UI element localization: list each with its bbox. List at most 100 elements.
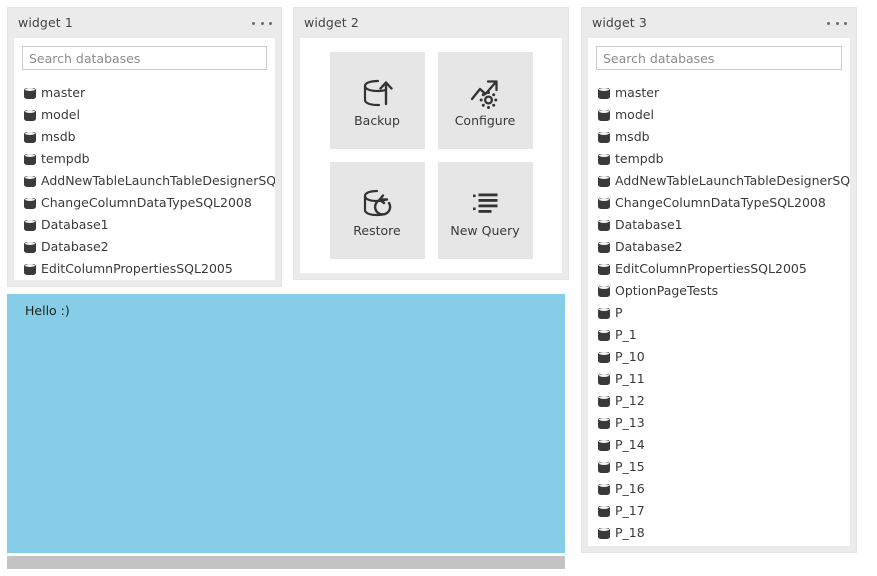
action-tile-backup[interactable]: Backup	[330, 52, 425, 149]
ellipsis-dot	[827, 22, 830, 25]
database-icon	[598, 527, 610, 540]
database-icon	[24, 263, 36, 276]
database-list-item[interactable]: tempdb	[14, 148, 275, 170]
database-icon	[598, 505, 610, 518]
database-icon	[598, 131, 610, 144]
database-name: P_10	[615, 351, 645, 364]
database-name: P_18	[615, 527, 645, 540]
database-list-item[interactable]: P_1	[588, 324, 850, 346]
database-icon	[24, 241, 36, 254]
database-list[interactable]: master model msdb tempdb AddNewTableLaunchTa…	[14, 78, 275, 280]
ellipsis-dot	[252, 22, 255, 25]
database-list-item[interactable]: Database2	[14, 236, 275, 258]
database-name: EditColumnPropertiesSQL2005	[615, 263, 807, 276]
database-name: Database1	[41, 219, 109, 232]
database-list-item[interactable]: P_16	[588, 478, 850, 500]
note-text: Hello :)	[7, 294, 565, 318]
database-list-item[interactable]: model	[588, 104, 850, 126]
database-list-item[interactable]: Database1	[14, 214, 275, 236]
database-icon	[598, 197, 610, 210]
database-list-item[interactable]: ChangeColumnDataTypeSQL2008	[14, 192, 275, 214]
widget-2-title: widget 2	[304, 17, 359, 30]
database-list-item[interactable]: P_12	[588, 390, 850, 412]
database-icon	[598, 263, 610, 276]
database-icon	[598, 395, 610, 408]
action-tile-new-query[interactable]: New Query	[438, 162, 533, 259]
database-list-item[interactable]: P_17	[588, 500, 850, 522]
database-name: msdb	[41, 131, 76, 144]
database-name: P_1	[615, 329, 637, 342]
database-icon	[598, 219, 610, 232]
database-name: Database2	[615, 241, 683, 254]
database-name: P_15	[615, 461, 645, 474]
database-icon	[24, 219, 36, 232]
database-list-item[interactable]: EditColumnPropertiesSQL2005	[588, 258, 850, 280]
new-query-icon	[466, 183, 504, 223]
database-name: master	[41, 87, 85, 100]
database-list-item[interactable]: P_14	[588, 434, 850, 456]
database-list-item[interactable]: AddNewTableLaunchTableDesignerSQL2008	[588, 170, 850, 192]
database-list-item[interactable]: P_18	[588, 522, 850, 544]
database-list-item[interactable]: P_10	[588, 346, 850, 368]
database-list-item[interactable]: master	[14, 82, 275, 104]
database-name: P_12	[615, 395, 645, 408]
database-icon	[24, 175, 36, 188]
database-list-item[interactable]: OptionPageTests	[588, 280, 850, 302]
widget-2: widget 2 Backup Configure Restore New Query	[293, 7, 569, 280]
database-list-item[interactable]: msdb	[14, 126, 275, 148]
database-name: P_17	[615, 505, 645, 518]
widget-1-search-wrap	[14, 38, 275, 70]
database-icon	[24, 109, 36, 122]
database-icon	[24, 131, 36, 144]
widget-1-body: master model msdb tempdb AddNewTableLaunchTa…	[14, 38, 275, 280]
database-icon	[24, 153, 36, 166]
database-name: model	[41, 109, 80, 122]
database-name: model	[615, 109, 654, 122]
ellipsis-icon[interactable]	[827, 16, 847, 30]
widget-1-title: widget 1	[18, 17, 73, 30]
action-tile-configure[interactable]: Configure	[438, 52, 533, 149]
database-list-item[interactable]: Database2	[588, 236, 850, 258]
database-list-item[interactable]: AddNewTableLaunchTableDesignerSQL2008	[14, 170, 275, 192]
backup-icon	[358, 73, 396, 113]
database-list[interactable]: master model msdb tempdb AddNewTableLaunchTa…	[588, 78, 850, 546]
database-list-item[interactable]: P	[588, 302, 850, 324]
database-list-item[interactable]: msdb	[588, 126, 850, 148]
database-list-item[interactable]: ChangeColumnDataTypeSQL2008	[588, 192, 850, 214]
database-name: P_14	[615, 439, 645, 452]
database-list-item[interactable]: Database1	[588, 214, 850, 236]
database-name: P	[615, 307, 623, 320]
widget-3-title: widget 3	[592, 17, 647, 30]
database-icon	[598, 307, 610, 320]
database-icon	[598, 373, 610, 386]
database-icon	[598, 241, 610, 254]
database-icon	[598, 461, 610, 474]
widget-3-search-wrap	[588, 38, 850, 70]
database-list-item[interactable]: P_19	[588, 544, 850, 546]
database-icon	[598, 351, 610, 364]
action-tile-label: New Query	[450, 225, 519, 238]
database-icon	[598, 175, 610, 188]
action-tile-label: Restore	[353, 225, 400, 238]
database-name: AddNewTableLaunchTableDesignerSQL2008	[41, 175, 275, 188]
note-panel[interactable]: Hello :)	[7, 294, 565, 553]
search-input[interactable]	[22, 46, 267, 70]
database-icon	[598, 417, 610, 430]
database-list-item[interactable]: P_15	[588, 456, 850, 478]
widget-2-header: widget 2	[294, 8, 568, 38]
database-list-item[interactable]: tempdb	[588, 148, 850, 170]
database-name: ChangeColumnDataTypeSQL2008	[41, 197, 252, 210]
ellipsis-icon[interactable]	[252, 16, 272, 30]
horizontal-scrollbar[interactable]	[7, 556, 565, 569]
database-name: OptionPageTests	[615, 285, 718, 298]
action-tile-label: Configure	[455, 115, 516, 128]
database-list-item[interactable]: P_13	[588, 412, 850, 434]
database-list-item[interactable]: EditColumnPropertiesSQL2005	[14, 258, 275, 280]
action-tile-restore[interactable]: Restore	[330, 162, 425, 259]
database-list-item[interactable]: master	[588, 82, 850, 104]
widget-1: widget 1 master model msdb tempdb AddNewTabl…	[7, 7, 282, 287]
database-list-item[interactable]: P_11	[588, 368, 850, 390]
database-name: tempdb	[615, 153, 664, 166]
database-list-item[interactable]: model	[14, 104, 275, 126]
search-input[interactable]	[596, 46, 842, 70]
